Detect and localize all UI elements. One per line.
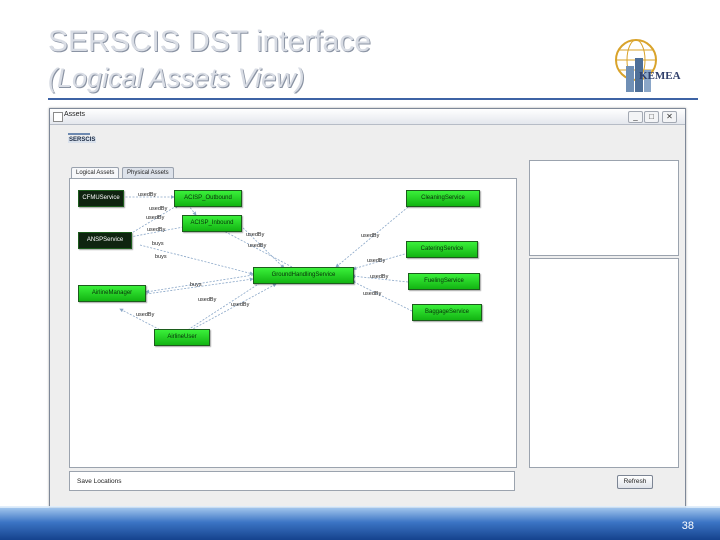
window-titlebar[interactable]: Assets _ □ ✕ bbox=[50, 109, 685, 125]
edge-label: usedBy bbox=[248, 243, 267, 249]
edge-label: usedBy bbox=[198, 297, 217, 303]
window-title: Assets bbox=[64, 111, 86, 118]
close-button[interactable]: ✕ bbox=[662, 111, 677, 123]
edge-label: usedBy bbox=[363, 291, 382, 297]
node-catering-service[interactable]: CateringService bbox=[406, 241, 478, 258]
edge-label: usedBy bbox=[147, 227, 166, 233]
page-number: 38 bbox=[681, 520, 694, 532]
edge-label: usedBy bbox=[361, 233, 380, 239]
edge-label: usedBy bbox=[146, 215, 165, 221]
slide-title: SERSCIS DST interface (Logical Assets Vi… bbox=[48, 24, 371, 96]
slide-title-line1: SERSCIS DST interface bbox=[48, 25, 371, 58]
app-logo-text: SERSCIS bbox=[68, 137, 97, 143]
minimize-button[interactable]: _ bbox=[628, 111, 643, 123]
kemea-logo-icon bbox=[615, 39, 657, 92]
node-cfmu-service[interactable]: CFMUService bbox=[78, 190, 124, 207]
logo-text: KEMEA bbox=[639, 70, 681, 82]
edge-label: buys bbox=[155, 254, 167, 260]
edge-label: usedBy bbox=[138, 192, 157, 198]
assets-window: Assets _ □ ✕ SERSCIS Logical Assets Phys… bbox=[49, 108, 686, 508]
refresh-button[interactable]: Refresh bbox=[617, 475, 653, 489]
edge-label: usedBy bbox=[136, 312, 155, 318]
node-cleaning-service[interactable]: CleaningService bbox=[406, 190, 480, 207]
node-airline-user[interactable]: AirlineUser bbox=[154, 329, 210, 346]
edge-label: usedBy bbox=[367, 258, 386, 264]
edge-label: buys bbox=[152, 241, 164, 247]
node-ground-handling-service[interactable]: GroundHandlingService bbox=[253, 267, 354, 284]
edge-label: usedBy bbox=[231, 302, 250, 308]
edge-label: usedBy bbox=[370, 274, 389, 280]
node-ansp-service[interactable]: ANSPService bbox=[78, 232, 132, 249]
graph-canvas[interactable]: CFMUService ACISP_Outbound ACISP_Inbound… bbox=[69, 178, 517, 468]
footer-band bbox=[0, 508, 720, 540]
details-panel-top[interactable] bbox=[529, 160, 679, 256]
node-acisp-outbound[interactable]: ACISP_Outbound bbox=[174, 190, 242, 207]
details-panel-bottom[interactable] bbox=[529, 258, 679, 468]
edge-label: usedBy bbox=[246, 232, 265, 238]
edge-label: usedBy bbox=[149, 206, 168, 212]
maximize-button[interactable]: □ bbox=[644, 111, 659, 123]
graph-edges bbox=[119, 195, 413, 338]
node-acisp-inbound[interactable]: ACISP_Inbound bbox=[182, 215, 242, 232]
edge-baggage-ground bbox=[351, 280, 413, 312]
node-airline-manager[interactable]: AirlineManager bbox=[78, 285, 146, 302]
window-icon bbox=[53, 112, 63, 122]
title-rule bbox=[48, 98, 698, 100]
node-baggage-service[interactable]: BaggageService bbox=[412, 304, 482, 321]
edge-label: buys bbox=[190, 282, 202, 288]
edge-ground-airline-user bbox=[179, 282, 261, 336]
node-fueling-service[interactable]: FuelingService bbox=[408, 273, 480, 290]
slide-title-line2: (Logical Assets View) bbox=[48, 63, 305, 93]
save-locations-field[interactable]: Save Locations bbox=[69, 471, 515, 491]
